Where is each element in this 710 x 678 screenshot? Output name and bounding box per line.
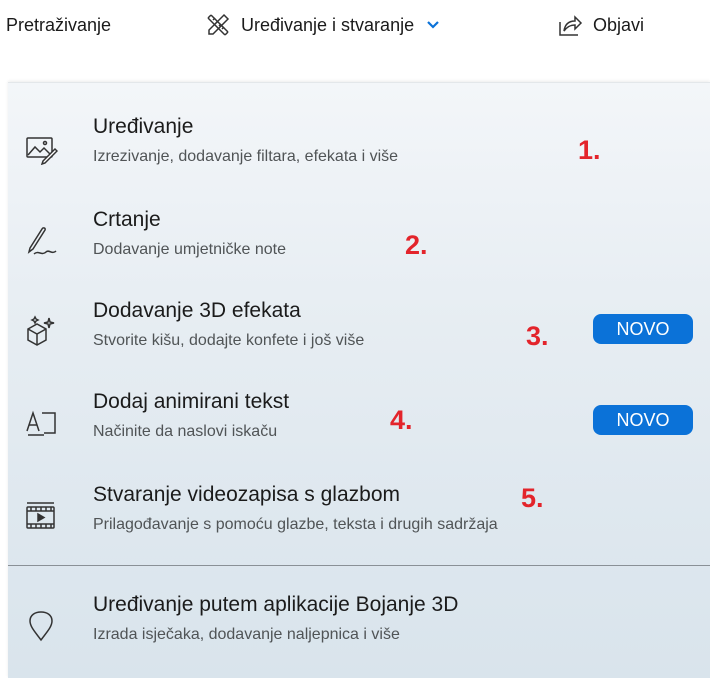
edit-create-button[interactable]: Uređivanje i stvaranje: [205, 0, 440, 50]
menu-item-description: Izrezivanje, dodavanje filtara, efekata …: [93, 148, 399, 165]
menu-item-animated-text[interactable]: Dodaj animirani tekst Načinite da naslov…: [8, 390, 710, 462]
menu-item-description: Stvorite kišu, dodajte konfete i još viš…: [93, 332, 365, 349]
menu-item-3d-effects[interactable]: Dodavanje 3D efekata Stvorite kišu, doda…: [8, 299, 710, 371]
share-icon: [557, 12, 583, 38]
menu-item-title: Uređivanje: [93, 115, 194, 138]
chevron-down-icon: [426, 20, 440, 30]
video-music-icon: [24, 499, 58, 533]
menu-item-video-music[interactable]: Stvaranje videozapisa s glazbom Prilagođ…: [8, 483, 710, 555]
annotation-number: 2.: [405, 230, 428, 260]
edit-create-icon: [205, 12, 231, 38]
edit-create-menu: Uređivanje Izrezivanje, dodavanje filtar…: [8, 82, 710, 678]
search-label: Pretraživanje: [6, 14, 112, 35]
menu-item-description: Načinite da naslovi iskaču: [93, 423, 278, 440]
menu-item-edit[interactable]: Uređivanje Izrezivanje, dodavanje filtar…: [8, 115, 710, 187]
paint3d-icon: [24, 609, 58, 643]
menu-item-title: Stvaranje videozapisa s glazbom: [93, 483, 401, 506]
edit-create-label: Uređivanje i stvaranje: [241, 14, 415, 35]
menu-item-description: Izrada isječaka, dodavanje naljepnica i …: [93, 626, 400, 643]
annotation-number: 3.: [526, 321, 549, 351]
menu-item-draw[interactable]: Crtanje Dodavanje umjetničke note 2.: [8, 208, 710, 280]
annotation-number: 4.: [390, 405, 413, 435]
menu-item-title: Dodaj animirani tekst: [93, 390, 290, 413]
annotation-number: 5.: [521, 483, 544, 513]
menu-divider: [8, 565, 710, 566]
menu-item-paint3d[interactable]: Uređivanje putem aplikacije Bojanje 3D I…: [8, 593, 710, 665]
publish-label: Objavi: [593, 14, 645, 35]
search-button[interactable]: Pretraživanje: [6, 0, 111, 50]
animated-text-icon: [24, 406, 58, 440]
menu-item-title: Uređivanje putem aplikacije Bojanje 3D: [93, 593, 459, 616]
toolbar: Pretraživanje Uređivanje i stvaranje Obj…: [0, 0, 710, 50]
new-badge: NOVO: [593, 314, 693, 344]
publish-button[interactable]: Objavi: [557, 0, 644, 50]
menu-item-description: Prilagođavanje s pomoću glazbe, teksta i…: [93, 516, 498, 533]
photo-edit-icon: [24, 131, 58, 165]
annotation-number: 1.: [578, 135, 601, 165]
cube-sparkle-icon: [24, 315, 58, 349]
pen-draw-icon: [24, 224, 58, 258]
menu-item-title: Dodavanje 3D efekata: [93, 299, 301, 322]
new-badge: NOVO: [593, 405, 693, 435]
menu-item-title: Crtanje: [93, 208, 161, 231]
menu-item-description: Dodavanje umjetničke note: [93, 241, 287, 258]
